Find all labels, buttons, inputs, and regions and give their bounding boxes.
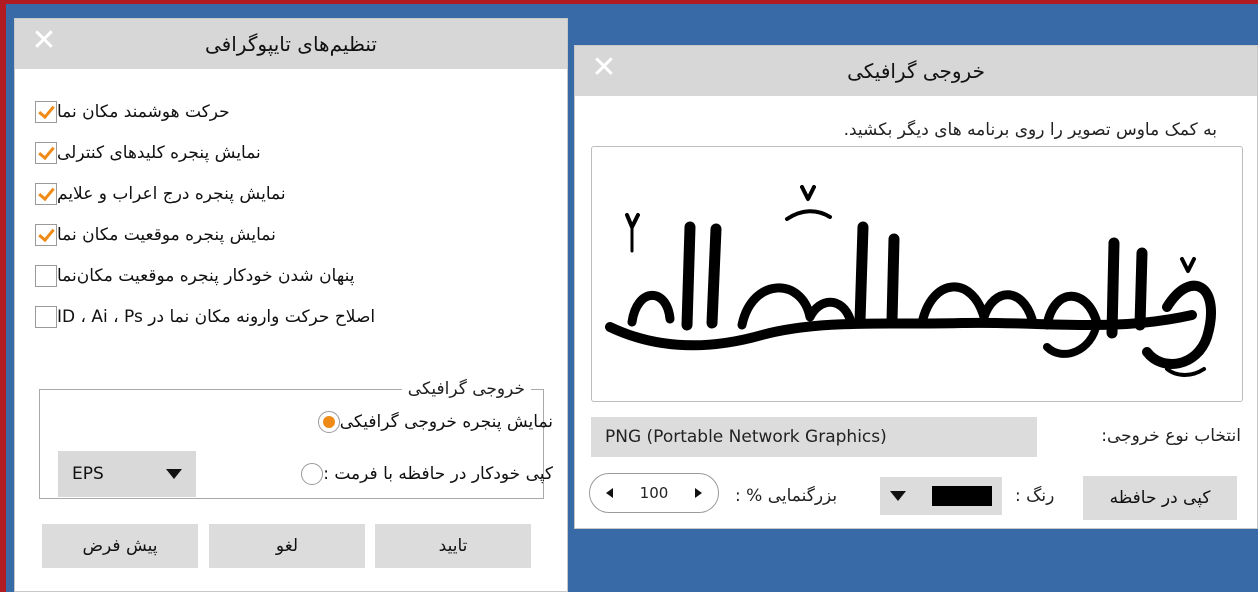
dialog-title: تنظیم‌های تایپوگرافی [205, 32, 377, 56]
radio-auto-copy[interactable]: کپی خودکار در حافظه با فرمت : [291, 463, 553, 485]
chevron-down-icon [166, 469, 182, 479]
output-type-value: PNG (Portable Network Graphics) [605, 427, 887, 447]
color-swatch [932, 486, 992, 506]
checkbox[interactable] [35, 182, 57, 205]
checkbox-label: حرکت هوشمند مکان نما [57, 101, 230, 122]
checkbox-cursor-position-window[interactable]: نمایش پنجره موقعیت مکان نما [25, 214, 545, 255]
radio-button[interactable] [301, 463, 324, 485]
checkbox-fix-reverse-cursor[interactable]: اصلاح حرکت وارونه مکان نما در ID ، Ai ، … [25, 296, 545, 337]
checkbox-control-keys-window[interactable]: نمایش پنجره کلیدهای کنترلی [25, 132, 545, 173]
radio-show-graphic-window[interactable]: نمایش پنجره خروجی گرافیکی [308, 411, 553, 433]
typography-dialog-titlebar[interactable]: ✕ تنظیم‌های تایپوگرافی [15, 19, 567, 69]
arrow-left-icon[interactable] [606, 488, 613, 498]
checkbox-label: پنهان شدن خودکار پنجره موقعیت مکان‌نما [57, 265, 355, 286]
checkbox[interactable] [35, 305, 57, 328]
default-button[interactable]: پیش فرض [42, 524, 198, 568]
drag-hint: به کمک ماوس تصویر را روی برنامه های دیگر… [843, 120, 1217, 140]
format-select[interactable]: EPS [58, 451, 196, 497]
close-icon[interactable]: ✕ [589, 53, 619, 83]
checkbox-smart-cursor[interactable]: حرکت هوشمند مکان نما [25, 91, 545, 132]
copy-to-clipboard-button[interactable]: کپی در حافظه [1083, 476, 1237, 520]
checkbox-list: حرکت هوشمند مکان نما نمایش پنجره کلیدهای… [25, 91, 545, 337]
checkbox-auto-hide-position-window[interactable]: پنهان شدن خودکار پنجره موقعیت مکان‌نما [25, 255, 545, 296]
output-type-field[interactable]: PNG (Portable Network Graphics) [591, 417, 1037, 457]
ok-button[interactable]: تایید [375, 524, 531, 568]
arrow-right-icon[interactable] [694, 488, 702, 498]
checkbox[interactable] [35, 223, 57, 246]
window-frame-left [0, 0, 6, 592]
zoom-value: 100 [639, 484, 669, 502]
cancel-button[interactable]: لغو [209, 524, 365, 568]
graphic-output-dialog: ✕ خروجی گرافیکی به کمک ماوس تصویر را روی… [574, 45, 1258, 529]
calligraphy-image [605, 185, 1216, 377]
checkbox-diacritics-window[interactable]: نمایش پنجره درج اعراب و علایم [25, 173, 545, 214]
color-label: رنگ : [1015, 486, 1055, 506]
checkbox[interactable] [35, 141, 57, 164]
radio-label: نمایش پنجره خروجی گرافیکی [339, 412, 553, 432]
calligraphy-preview[interactable] [591, 146, 1243, 402]
window-frame-top [0, 0, 1258, 4]
graphic-dialog-titlebar[interactable]: ✕ خروجی گرافیکی [575, 46, 1257, 96]
close-icon[interactable]: ✕ [29, 26, 59, 56]
checkbox-label: نمایش پنجره موقعیت مکان نما [57, 224, 276, 245]
checkbox-label: اصلاح حرکت وارونه مکان نما در ID ، Ai ، … [57, 306, 376, 327]
output-type-label: انتخاب نوع خروجی: [1101, 426, 1241, 446]
chevron-down-icon [890, 491, 906, 501]
format-value: EPS [72, 464, 104, 484]
radio-label: کپی خودکار در حافظه با فرمت : [323, 464, 553, 484]
checkbox[interactable] [35, 100, 57, 123]
typography-settings-dialog: ✕ تنظیم‌های تایپوگرافی حرکت هوشمند مکان … [14, 18, 568, 592]
zoom-label: بزرگنمایی % : [735, 486, 838, 506]
checkbox-label: نمایش پنجره کلیدهای کنترلی [57, 142, 261, 163]
group-legend: خروجی گرافیکی [407, 379, 525, 399]
zoom-stepper[interactable]: 100 [589, 473, 719, 513]
checkbox[interactable] [35, 264, 57, 287]
color-select[interactable] [880, 477, 1002, 515]
checkbox-label: نمایش پنجره درج اعراب و علایم [57, 183, 286, 204]
radio-button[interactable] [317, 411, 340, 433]
dialog-title: خروجی گرافیکی [847, 59, 985, 83]
